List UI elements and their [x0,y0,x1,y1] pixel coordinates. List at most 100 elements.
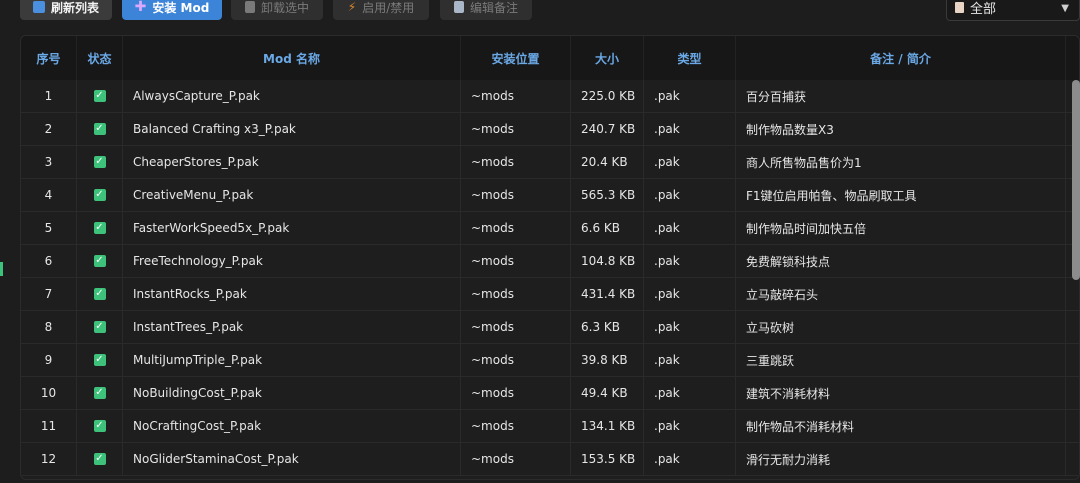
row-index: 4 [21,179,77,211]
row-name: NoGliderStaminaCost_P.pak [123,443,461,475]
checkbox-icon[interactable]: ✓ [93,123,106,135]
row-name: InstantTrees_P.pak [123,311,461,343]
table-row[interactable]: 11 ✓ NoCraftingCost_P.pak ~mods 134.1 KB… [21,410,1079,443]
header-location[interactable]: 安装位置 [461,36,571,80]
row-type: .pak [644,311,736,343]
row-size: 6.6 KB [571,212,644,244]
checkbox-icon[interactable]: ✓ [93,387,106,399]
row-status: ✓ [77,278,123,310]
checkbox-icon[interactable]: ✓ [93,321,106,333]
checkbox-icon[interactable]: ✓ [93,255,106,267]
header-status[interactable]: 状态 [77,36,123,80]
scrollbar-thumb[interactable] [1072,80,1080,280]
checkbox-icon[interactable]: ✓ [93,354,106,366]
header-note[interactable]: 备注 / 简介 [736,36,1066,80]
row-note: 滑行无耐力消耗 [736,443,1066,475]
row-status: ✓ [77,179,123,211]
row-type: .pak [644,443,736,475]
row-location: ~mods [461,278,571,310]
header-index[interactable]: 序号 [21,36,77,80]
table-row[interactable]: 2 ✓ Balanced Crafting x3_P.pak ~mods 240… [21,113,1079,146]
row-type: .pak [644,80,736,112]
checkbox-icon[interactable]: ✓ [93,156,106,168]
table-row[interactable]: 10 ✓ NoBuildingCost_P.pak ~mods 49.4 KB … [21,377,1079,410]
row-note: 商人所售物品售价为1 [736,146,1066,178]
table-row[interactable]: 12 ✓ NoGliderStaminaCost_P.pak ~mods 153… [21,443,1079,476]
trash-icon [244,1,255,13]
row-index: 12 [21,443,77,475]
row-status: ✓ [77,245,123,277]
row-note: 免费解锁科技点 [736,245,1066,277]
row-location: ~mods [461,179,571,211]
row-status: ✓ [77,377,123,409]
row-note: 立马砍树 [736,311,1066,343]
row-location: ~mods [461,410,571,442]
row-name: Balanced Crafting x3_P.pak [123,113,461,145]
header-size[interactable]: 大小 [571,36,644,80]
header-name[interactable]: Mod 名称 [123,36,461,80]
enable-disable-button[interactable]: ⚡ 启用/禁用 [333,0,429,20]
table-row[interactable]: 3 ✓ CheaperStores_P.pak ~mods 20.4 KB .p… [21,146,1079,179]
toolbar: 刷新列表 ✚ 安装 Mod 卸载选中 ⚡ 启用/禁用 编辑备注 全部 ▼ [0,0,1080,22]
table-row[interactable]: 9 ✓ MultiJumpTriple_P.pak ~mods 39.8 KB … [21,344,1079,377]
row-type: .pak [644,113,736,145]
lightning-icon: ⚡ [347,0,357,14]
row-location: ~mods [461,146,571,178]
row-type: .pak [644,179,736,211]
table-row[interactable]: 6 ✓ FreeTechnology_P.pak ~mods 104.8 KB … [21,245,1079,278]
checkbox-icon[interactable]: ✓ [93,222,106,234]
filter-select[interactable]: 全部 ▼ [946,0,1080,21]
uninstall-selected-button[interactable]: 卸载选中 [231,0,323,20]
enable-disable-label: 启用/禁用 [362,0,415,15]
row-status: ✓ [77,212,123,244]
row-location: ~mods [461,113,571,145]
row-name: FasterWorkSpeed5x_P.pak [123,212,461,244]
checkbox-icon[interactable]: ✓ [93,453,106,465]
row-index: 8 [21,311,77,343]
row-type: .pak [644,410,736,442]
row-location: ~mods [461,245,571,277]
row-index: 7 [21,278,77,310]
row-status: ✓ [77,113,123,145]
table-row[interactable]: 8 ✓ InstantTrees_P.pak ~mods 6.3 KB .pak… [21,311,1079,344]
table-row[interactable]: 7 ✓ InstantRocks_P.pak ~mods 431.4 KB .p… [21,278,1079,311]
table-body: 1 ✓ AlwaysCapture_P.pak ~mods 225.0 KB .… [21,80,1079,476]
checkbox-icon[interactable]: ✓ [93,189,106,201]
table-row[interactable]: 1 ✓ AlwaysCapture_P.pak ~mods 225.0 KB .… [21,80,1079,113]
row-location: ~mods [461,80,571,112]
row-name: MultiJumpTriple_P.pak [123,344,461,376]
row-status: ✓ [77,410,123,442]
row-name: CreativeMenu_P.pak [123,179,461,211]
row-size: 565.3 KB [571,179,644,211]
row-size: 20.4 KB [571,146,644,178]
row-type: .pak [644,245,736,277]
filter-value: 全部 [970,2,997,17]
checkbox-icon[interactable]: ✓ [93,90,106,102]
table-row[interactable]: 4 ✓ CreativeMenu_P.pak ~mods 565.3 KB .p… [21,179,1079,212]
row-type: .pak [644,278,736,310]
table-header: 序号 状态 Mod 名称 安装位置 大小 类型 备注 / 简介 [21,36,1079,80]
checkbox-icon[interactable]: ✓ [93,288,106,300]
table-row[interactable]: 5 ✓ FasterWorkSpeed5x_P.pak ~mods 6.6 KB… [21,212,1079,245]
checkbox-icon[interactable]: ✓ [93,420,106,432]
row-index: 3 [21,146,77,178]
row-size: 240.7 KB [571,113,644,145]
header-type[interactable]: 类型 [644,36,736,80]
row-size: 225.0 KB [571,80,644,112]
row-size: 49.4 KB [571,377,644,409]
refresh-list-button[interactable]: 刷新列表 [20,0,112,20]
row-index: 5 [21,212,77,244]
row-note: F1键位启用帕鲁、物品刷取工具 [736,179,1066,211]
edit-note-label: 编辑备注 [469,0,518,15]
vertical-scrollbar[interactable] [1072,38,1080,478]
row-note: 立马敲碎石头 [736,278,1066,310]
install-mod-button[interactable]: ✚ 安装 Mod [122,0,222,20]
row-note: 建筑不消耗材料 [736,377,1066,409]
row-name: CheaperStores_P.pak [123,146,461,178]
chevron-down-icon: ▼ [1061,3,1069,14]
window-edge-marker [0,262,3,276]
row-size: 6.3 KB [571,311,644,343]
row-index: 9 [21,344,77,376]
edit-note-button[interactable]: 编辑备注 [440,0,532,20]
row-location: ~mods [461,212,571,244]
